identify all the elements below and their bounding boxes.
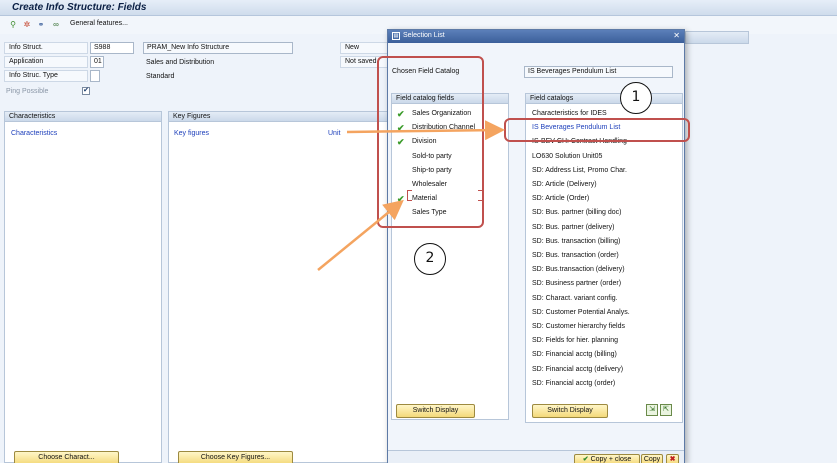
chosen-catalog-field: IS Beverages Pendulum List — [524, 66, 673, 78]
status-new: New — [340, 42, 388, 54]
info-struct-desc: PRAM_New Info Structure — [143, 42, 293, 54]
background-header-strip — [685, 31, 749, 44]
key-figures-panel: Key Figures Key figures Unit — [168, 111, 392, 463]
info-struct-field[interactable]: S988 — [90, 42, 134, 54]
info-struct-label: Info Struct. — [4, 42, 88, 54]
catalog-item[interactable]: SD: Bus. partner (billing doc) — [526, 207, 682, 219]
general-features-button[interactable]: General features... — [70, 20, 128, 27]
window-title: Create Info Structure: Fields — [12, 2, 147, 13]
key-figures-unit: Unit — [328, 130, 341, 137]
catalog-item[interactable]: SD: Bus. transaction (order) — [526, 250, 682, 262]
material-bracket-right — [478, 190, 483, 201]
ping-checkbox[interactable]: ✔ — [82, 87, 90, 95]
collapse-icon[interactable]: ⇱ — [660, 404, 672, 416]
catalog-item[interactable]: SD: Customer Potential Analys. — [526, 307, 682, 319]
choose-key-figures-button[interactable]: Choose Key Figures... — [178, 451, 293, 463]
annotation-rect-catalog — [504, 118, 690, 142]
choose-charact-button[interactable]: Choose Charact... — [14, 451, 119, 463]
catalog-item[interactable]: SD: Bus. partner (delivery) — [526, 222, 682, 234]
marker-1: 1 — [620, 82, 652, 114]
dialog-window-icon: ▤ — [392, 32, 400, 40]
key-figures-header: Key Figures — [169, 112, 391, 122]
type-field[interactable] — [90, 70, 100, 82]
type-label: Info Struc. Type — [4, 70, 88, 82]
catalog-item[interactable]: SD: Article (Order) — [526, 193, 682, 205]
dialog-title-bar: ▤ Selection List ✕ — [388, 30, 684, 43]
copy-button[interactable]: Copy — [641, 454, 663, 463]
checkmark-icon: ✔ — [582, 456, 589, 463]
dialog-footer: ✔ Copy + close Copy ✖ — [388, 450, 684, 463]
catalogs-header: Field catalogs — [526, 94, 682, 104]
ping-label: Ping Possible — [6, 88, 49, 95]
catalog-item[interactable]: SD: Financial acctg (order) — [526, 378, 682, 390]
dialog-title: Selection List — [403, 32, 445, 39]
characteristics-item[interactable]: Characteristics — [11, 130, 57, 137]
catalog-item[interactable]: SD: Address List, Promo Char. — [526, 165, 682, 177]
characteristics-header: Characteristics — [5, 112, 161, 122]
application-desc: Sales and Distribution — [146, 59, 215, 66]
field-catalogs-panel: Field catalogs Characteristics for IDES I… — [525, 93, 683, 423]
switch-display-button-right[interactable]: Switch Display — [532, 404, 608, 418]
material-bracket-left — [407, 190, 412, 201]
application-label: Application — [4, 56, 88, 68]
hierarchy-icon[interactable]: ⚲ — [8, 19, 18, 29]
settings-icon[interactable]: ✲ — [22, 19, 32, 29]
copy-close-label: Copy + close — [590, 456, 632, 463]
marker-2: 2 — [414, 243, 446, 275]
switch-display-button-left[interactable]: Switch Display — [396, 404, 475, 418]
title-bar: Create Info Structure: Fields — [0, 0, 837, 16]
application-field[interactable]: 01 — [90, 56, 104, 68]
catalog-item[interactable]: SD: Bus. transaction (billing) — [526, 236, 682, 248]
catalog-item[interactable]: SD: Charact. variant config. — [526, 293, 682, 305]
search-icon[interactable]: ⚭ — [36, 19, 46, 29]
copy-close-button[interactable]: ✔ Copy + close — [574, 454, 640, 463]
close-icon[interactable]: ✕ — [673, 31, 680, 40]
catalog-item[interactable]: SD: Financial acctg (delivery) — [526, 364, 682, 376]
annotation-rect-fields — [377, 56, 484, 228]
catalog-item[interactable]: SD: Financial acctg (billing) — [526, 349, 682, 361]
catalog-item[interactable]: SD: Bus.transaction (delivery) — [526, 264, 682, 276]
characteristics-panel: Characteristics Characteristics — [4, 111, 162, 463]
catalog-item[interactable]: SD: Article (Delivery) — [526, 179, 682, 191]
type-desc: Standard — [146, 73, 175, 80]
cancel-icon[interactable]: ✖ — [666, 454, 679, 463]
catalog-item[interactable]: SD: Business partner (order) — [526, 278, 682, 290]
catalog-item[interactable]: SD: Customer hierarchy fields — [526, 321, 682, 333]
catalog-item[interactable]: LO630 Solution Unit05 — [526, 151, 682, 163]
expand-icon[interactable]: ⇲ — [646, 404, 658, 416]
glasses-icon[interactable]: ∞ — [51, 19, 61, 29]
key-figures-item[interactable]: Key figures — [174, 130, 209, 137]
catalog-item[interactable]: SD: Fields for hier. planning — [526, 335, 682, 347]
